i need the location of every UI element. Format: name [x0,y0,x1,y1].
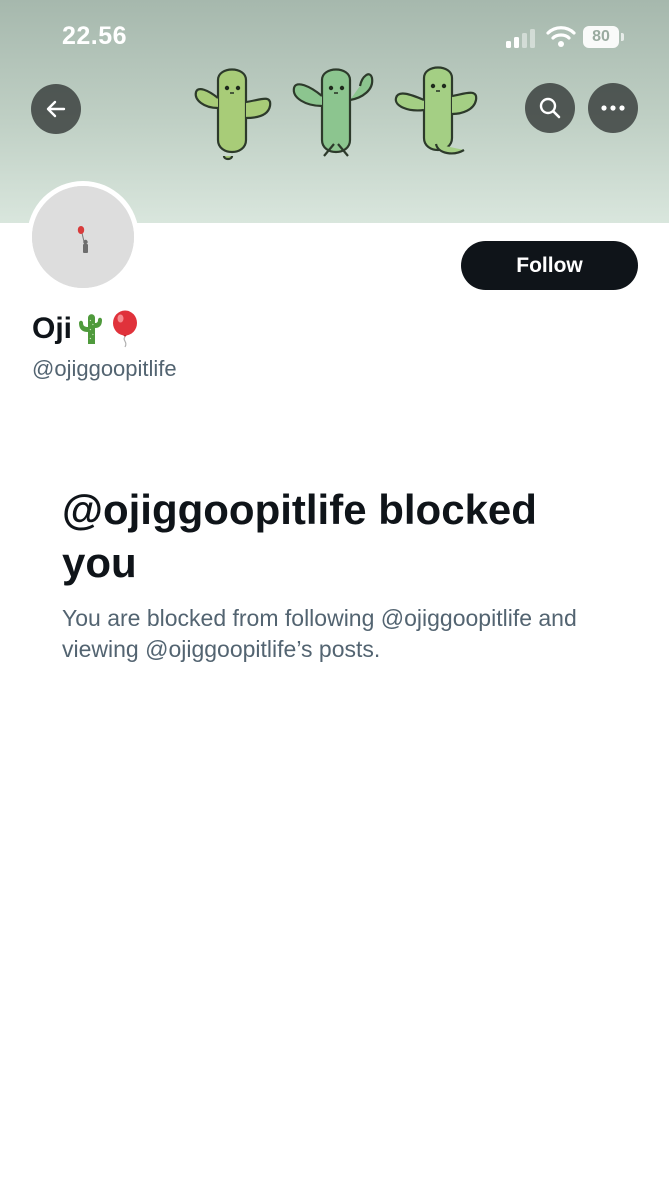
avatar [32,186,134,288]
cactus-emoji-icon [79,314,103,344]
cactus-banner-illustration [194,66,478,161]
search-icon [539,97,561,119]
display-name-text: Oji [32,312,73,345]
arrow-left-icon [46,100,66,118]
avatar-ring[interactable] [27,181,139,293]
status-time: 22.56 [62,22,128,50]
search-button[interactable] [525,83,575,133]
wifi-icon [546,26,576,47]
blocked-title: @ojiggoopitlife blocked you [62,486,537,586]
display-name: Oji [32,310,140,348]
follow-button[interactable]: Follow [461,241,638,290]
avatar-image [32,186,134,288]
profile-handle: @ojiggoopitlife [32,356,177,381]
cactus-character-2 [292,68,374,157]
battery-level: 80 [592,28,610,45]
profile-screen: 22.56 80 Follow Oji @ojiggoopitlife @oji… [0,0,669,1200]
cactus-character-3 [394,66,478,155]
blocked-description: You are blocked from following @ojiggoop… [62,605,577,662]
more-options-button[interactable] [588,83,638,133]
more-horizontal-icon [601,105,625,111]
balloon-emoji-icon [113,310,138,348]
back-button[interactable] [31,84,81,134]
cactus-character-1 [194,68,272,161]
battery-tip [621,33,624,41]
cellular-signal-icon [506,29,535,48]
battery-indicator: 80 [583,26,625,48]
